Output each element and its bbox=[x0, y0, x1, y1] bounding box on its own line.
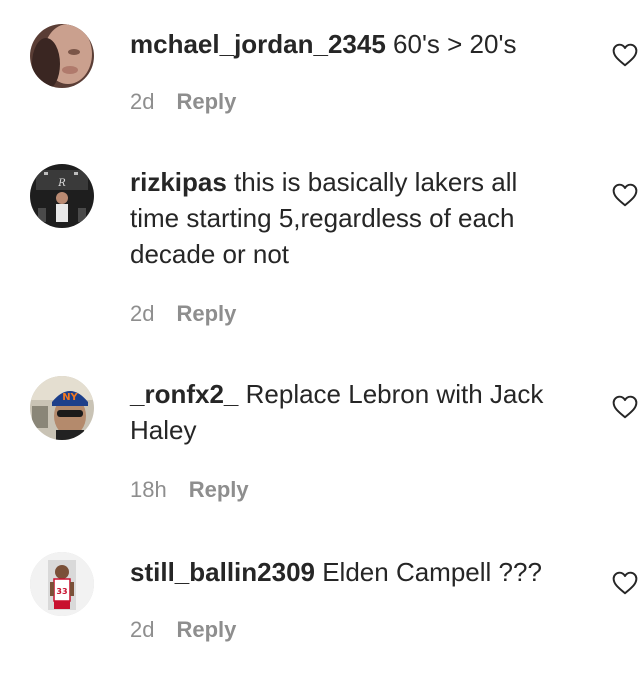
svg-text:R: R bbox=[57, 178, 66, 189]
reply-button[interactable]: Reply bbox=[176, 617, 236, 642]
heart-outline-icon bbox=[612, 395, 638, 419]
svg-text:NY: NY bbox=[62, 392, 78, 403]
profile-photo-icon: 33 bbox=[30, 552, 94, 616]
comment-meta: 2d Reply bbox=[130, 89, 236, 115]
heart-outline-icon bbox=[612, 43, 638, 67]
avatar[interactable]: R bbox=[30, 164, 94, 228]
comment-age: 2d bbox=[130, 617, 155, 642]
svg-text:33: 33 bbox=[56, 587, 67, 596]
like-button[interactable] bbox=[612, 43, 638, 67]
comment-text: mchael_jordan_2345 60's > 20's bbox=[130, 26, 590, 62]
comment-username[interactable]: mchael_jordan_2345 bbox=[130, 29, 386, 59]
comment-text: _ronfx2_ Replace Lebron with Jack Haley bbox=[130, 376, 550, 448]
comment-age: 18h bbox=[130, 477, 167, 502]
comment-meta: 18h Reply bbox=[130, 477, 249, 503]
profile-photo-icon: NY bbox=[30, 376, 94, 440]
like-button[interactable] bbox=[612, 395, 638, 419]
comment-age: 2d bbox=[130, 301, 155, 326]
avatar[interactable]: 33 bbox=[30, 552, 94, 616]
heart-outline-icon bbox=[612, 571, 638, 595]
profile-photo-icon bbox=[30, 24, 94, 88]
like-button[interactable] bbox=[612, 571, 638, 595]
comment-body: Elden Campell ??? bbox=[322, 557, 542, 587]
comment-age: 2d bbox=[130, 89, 155, 114]
like-button[interactable] bbox=[612, 183, 638, 207]
comment-meta: 2d Reply bbox=[130, 617, 236, 643]
profile-photo-icon: R bbox=[30, 164, 94, 228]
reply-button[interactable]: Reply bbox=[189, 477, 249, 502]
comment-username[interactable]: rizkipas bbox=[130, 167, 227, 197]
heart-outline-icon bbox=[612, 183, 638, 207]
reply-button[interactable]: Reply bbox=[176, 301, 236, 326]
comment-username[interactable]: _ronfx2_ bbox=[130, 379, 238, 409]
comment-meta: 2d Reply bbox=[130, 301, 236, 327]
comment-text: still_ballin2309 Elden Campell ??? bbox=[130, 554, 600, 590]
comment-username[interactable]: still_ballin2309 bbox=[130, 557, 315, 587]
avatar[interactable] bbox=[30, 24, 94, 88]
avatar[interactable]: NY bbox=[30, 376, 94, 440]
comment-body: 60's > 20's bbox=[393, 29, 517, 59]
reply-button[interactable]: Reply bbox=[176, 89, 236, 114]
comment-text: rizkipas this is basically lakers all ti… bbox=[130, 164, 570, 272]
